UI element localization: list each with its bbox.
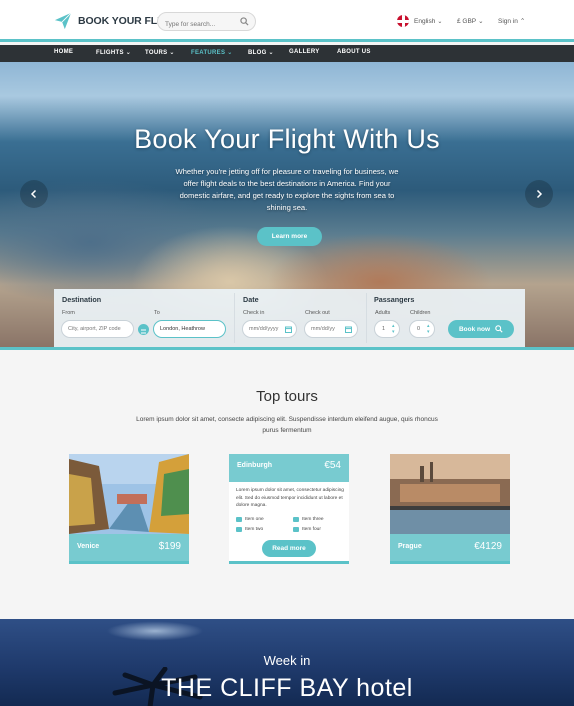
calendar-icon[interactable] <box>285 326 292 333</box>
chevron-down-icon: ⌄ <box>437 18 443 25</box>
hero-text: Whether you're jetting off for pleasure … <box>175 167 399 212</box>
bed-icon <box>236 517 242 522</box>
uk-flag-icon <box>397 15 409 27</box>
search-icon[interactable] <box>240 17 249 26</box>
nav-label: FLIGHTS <box>96 50 124 56</box>
promo-subtitle: Week in <box>263 653 311 668</box>
nav-label: TOURS <box>145 50 168 56</box>
nav-flights[interactable]: FLIGHTS ⌄ <box>96 49 131 56</box>
card-header: Edinburgh €54 <box>229 454 349 482</box>
feature-label: Item one <box>245 517 264 522</box>
feature-label: Item three <box>302 517 324 522</box>
currency-label: £ GBP <box>457 18 477 25</box>
search-box[interactable] <box>157 12 256 33</box>
tour-card-prague[interactable]: Prague €4129 <box>390 454 510 564</box>
adults-stepper[interactable]: 1 ▴ ▾ <box>374 320 400 338</box>
nav-label: FEATURES <box>191 50 226 56</box>
children-value: 0 <box>417 326 421 332</box>
signin-menu[interactable]: Sign in ⌃ <box>498 17 525 25</box>
card-footer: Venice $199 <box>69 534 189 564</box>
hero-title: Book Your Flight With Us <box>134 124 440 154</box>
plane-icon <box>236 527 242 532</box>
tour-name: Edinburgh <box>237 462 272 469</box>
tour-name: Prague <box>398 543 422 550</box>
tour-price: €4129 <box>474 541 502 552</box>
passengers-heading: Passangers <box>374 295 415 304</box>
section-subtitle: Lorem ipsum dolor sit amet, consecte adi… <box>136 416 438 434</box>
adults-label: Adults <box>375 310 391 316</box>
search-icon <box>495 325 503 333</box>
next-slide-button[interactable] <box>525 180 553 208</box>
chevron-down-icon: ⌄ <box>478 18 484 25</box>
signin-label: Sign in <box>498 18 518 25</box>
date-heading: Date <box>243 295 259 304</box>
top-bar: BOOK YOUR FLIGHT English ⌄ £ GBP⌄ Sign i… <box>0 0 574 42</box>
chevron-down-icon: ⌄ <box>268 50 274 56</box>
feature-label: Item four <box>302 527 321 532</box>
nav-blog[interactable]: BLOG ⌄ <box>248 49 274 56</box>
feature-item: Item three <box>293 517 324 522</box>
stepper-arrows-icon[interactable]: ▴ ▾ <box>392 323 395 335</box>
prague-photo <box>390 454 510 534</box>
divider <box>234 293 235 343</box>
chevron-down-icon: ⌄ <box>125 50 132 56</box>
language-label: English <box>414 17 436 25</box>
tour-price: €54 <box>324 460 341 471</box>
divider <box>366 293 367 343</box>
search-input[interactable] <box>158 16 238 33</box>
prev-slide-button[interactable] <box>20 180 48 208</box>
currency-selector[interactable]: £ GBP ⌄ <box>457 17 484 25</box>
top-tours-section: Top tours Lorem ipsum dolor sit amet, co… <box>0 347 574 619</box>
chevron-down-icon: ⌄ <box>227 50 233 56</box>
read-more-button[interactable]: Read more <box>262 540 316 557</box>
feature-item: Item two <box>236 527 263 532</box>
nav-about[interactable]: ABOUT US <box>337 49 371 55</box>
promo-title: THE CLIFF BAY hotel <box>161 674 413 702</box>
checkin-label: Check in <box>243 310 265 316</box>
feature-item: Item one <box>236 517 264 522</box>
paper-plane-icon <box>54 12 72 30</box>
food-icon <box>293 527 299 532</box>
tour-description: Lorem ipsum dolor sit amet, consectetur … <box>236 488 344 509</box>
nav-home[interactable]: HOME <box>54 49 73 55</box>
nav-tours[interactable]: TOURS ⌄ <box>145 49 175 56</box>
from-label: From <box>62 310 75 316</box>
stepper-arrows-icon[interactable]: ▴ ▾ <box>427 323 430 335</box>
learn-more-button[interactable]: Learn more <box>257 227 322 246</box>
card-footer: Prague €4129 <box>390 534 510 564</box>
tour-card-venice[interactable]: Venice $199 <box>69 454 189 564</box>
checkout-label: Check out <box>305 310 330 316</box>
feature-label: Item two <box>245 527 264 532</box>
book-now-button[interactable]: Book now <box>448 320 514 338</box>
tour-price: $199 <box>158 541 181 552</box>
chevron-left-icon <box>30 189 37 199</box>
to-label: To <box>154 310 160 316</box>
nav-label: BLOG <box>248 50 267 56</box>
chevron-down-icon: ⌄ <box>169 50 175 56</box>
nav-gallery[interactable]: GALLERY <box>289 49 320 55</box>
tour-card-edinburgh[interactable]: Edinburgh €54 Lorem ipsum dolor sit amet… <box>229 454 349 564</box>
from-input[interactable] <box>61 320 134 338</box>
chevron-right-icon <box>536 189 543 199</box>
section-title: Top tours <box>256 388 318 405</box>
booking-form: Destination From To Date Check in Check … <box>54 289 525 347</box>
venice-photo <box>69 454 189 534</box>
language-selector[interactable]: English ⌄ <box>397 15 442 27</box>
calendar-icon[interactable] <box>345 326 352 333</box>
adults-value: 1 <box>382 326 386 332</box>
nav-features[interactable]: FEATURES ⌄ <box>191 49 233 56</box>
swap-icon[interactable] <box>138 324 149 335</box>
destination-heading: Destination <box>62 295 102 304</box>
promo-banner: Week in THE CLIFF BAY hotel <box>0 619 574 706</box>
main-nav: HOME FLIGHTS ⌄ TOURS ⌄ FEATURES ⌄ BLOG ⌄… <box>0 45 574 62</box>
children-stepper[interactable]: 0 ▴ ▾ <box>409 320 435 338</box>
to-input[interactable] <box>153 320 226 338</box>
feature-item: Item four <box>293 527 321 532</box>
building-icon <box>293 517 299 522</box>
chevron-up-icon: ⌃ <box>519 18 526 25</box>
children-label: Children <box>410 310 431 316</box>
book-now-label: Book now <box>458 325 491 333</box>
tour-name: Venice <box>77 543 100 550</box>
